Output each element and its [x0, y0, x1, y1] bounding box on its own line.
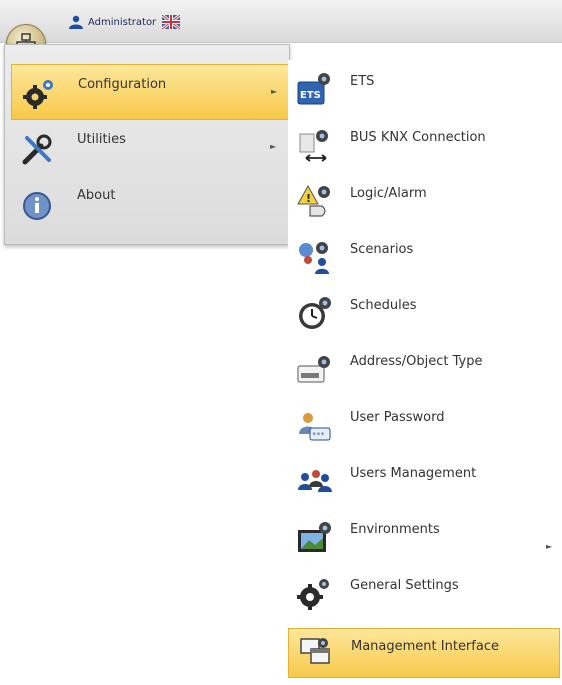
- general-settings-icon: [297, 579, 329, 610]
- submenu-item-scenarios[interactable]: Scenarios: [288, 232, 560, 282]
- submenu-item-label: BUS KNX Connection: [350, 130, 486, 145]
- submenu-item-label: General Settings: [350, 578, 459, 593]
- submenu-item-label: Management Interface: [351, 639, 499, 654]
- menu-item-utilities[interactable]: Utilities ►: [11, 120, 289, 176]
- menu-item-about[interactable]: About: [11, 176, 289, 232]
- scenarios-icon: [299, 242, 329, 274]
- configuration-submenu: ETS ETS BUS KNX Connection ! Logic/Alarm: [288, 60, 560, 680]
- menu-item-label: Configuration: [78, 77, 167, 92]
- submenu-item-logic-alarm[interactable]: ! Logic/Alarm: [288, 176, 560, 226]
- tools-icon: [22, 134, 52, 165]
- submenu-item-label: Environments: [350, 522, 440, 537]
- submenu-item-label: Scenarios: [350, 242, 414, 257]
- main-menu: Configuration ► Utilities ► About: [11, 64, 289, 232]
- submenu-item-general-settings[interactable]: General Settings: [288, 568, 560, 618]
- submenu-item-label: Address/Object Type: [350, 354, 483, 369]
- users-management-icon: [298, 470, 332, 492]
- submenu-arrow-icon: ►: [271, 87, 278, 96]
- submenu-item-schedules[interactable]: Schedules: [288, 288, 560, 338]
- submenu-item-label: Logic/Alarm: [350, 186, 427, 201]
- environments-icon: [298, 522, 331, 552]
- user-icon: [69, 15, 83, 29]
- bus-connection-icon: [299, 130, 328, 162]
- schedules-icon: [299, 297, 331, 329]
- submenu-item-bus-knx-connection[interactable]: BUS KNX Connection: [288, 120, 560, 170]
- uk-flag-icon[interactable]: [162, 15, 181, 29]
- submenu-item-management-interface[interactable]: Management Interface: [288, 628, 560, 678]
- user-password-icon: ***: [299, 413, 331, 441]
- svg-text:ETS: ETS: [300, 90, 321, 101]
- logic-alarm-icon: !: [297, 184, 330, 217]
- submenu-arrow-icon: ►: [546, 542, 553, 551]
- menu-item-configuration[interactable]: Configuration ►: [11, 64, 289, 120]
- svg-text:!: !: [306, 192, 311, 205]
- user-name: Administrator: [88, 16, 157, 28]
- svg-text:***: ***: [312, 431, 325, 439]
- gears-icon: [23, 80, 53, 109]
- submenu-item-label: ETS: [350, 74, 375, 89]
- ets-icon: ETS: [297, 73, 330, 105]
- submenu-item-users-management[interactable]: Users Management: [288, 456, 560, 506]
- menu-item-label: About: [77, 188, 116, 203]
- user-area[interactable]: Administrator: [68, 13, 181, 31]
- submenu-item-label: Users Management: [350, 466, 477, 481]
- info-icon: [23, 192, 51, 220]
- submenu-item-address-object-type[interactable]: Address/Object Type: [288, 344, 560, 394]
- submenu-item-label: User Password: [350, 410, 445, 425]
- submenu-arrow-icon: ►: [270, 142, 277, 151]
- submenu-item-environments[interactable]: Environments ►: [288, 512, 560, 562]
- address-object-icon: [297, 356, 330, 383]
- management-interface-icon: [300, 638, 330, 664]
- submenu-item-label: Schedules: [350, 298, 417, 313]
- menu-item-label: Utilities: [77, 132, 126, 147]
- submenu-item-user-password[interactable]: *** User Password: [288, 400, 560, 450]
- submenu-item-ets[interactable]: ETS ETS: [288, 64, 560, 114]
